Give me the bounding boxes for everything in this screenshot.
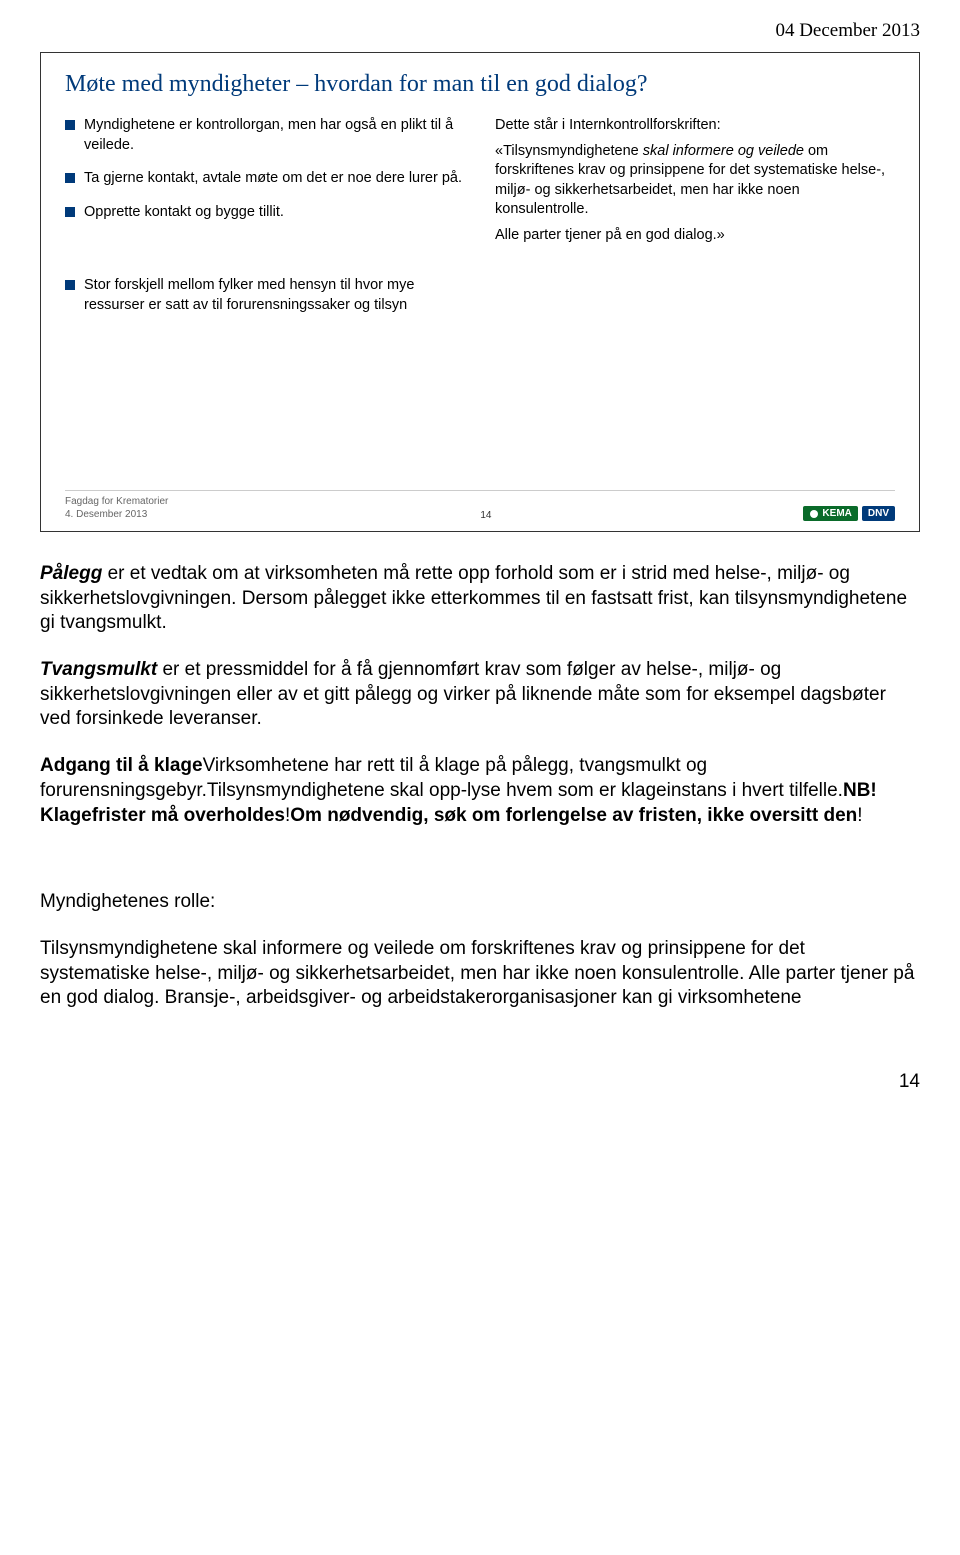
term-tvangsmulkt: Tvangsmulkt xyxy=(40,659,157,680)
term-palegg: Pålegg xyxy=(40,563,102,584)
slide-bullet: Stor forskjell mellom fylker med hensyn … xyxy=(65,276,465,315)
paragraph-palegg: Pålegg er et vedtak om at virksomheten m… xyxy=(40,562,920,636)
bullet-text: Stor forskjell mellom fylker med hensyn … xyxy=(84,276,465,315)
slide-bullet: Myndighetene er kontrollorgan, men har o… xyxy=(65,116,465,155)
kema-label: KEMA xyxy=(822,508,851,519)
slide-right-column: Dette står i Internkontrollforskriften: … xyxy=(495,116,895,329)
right-line2: Alle parter tjener på en god dialog.» xyxy=(495,226,895,246)
slide-bullet: Ta gjerne kontakt, avtale møte om det er… xyxy=(65,169,465,189)
slide-bullet: Opprette kontakt og bygge tillit. xyxy=(65,203,465,223)
footer-line1: Fagdag for Krematorier xyxy=(65,495,168,508)
header-date: 04 December 2013 xyxy=(40,20,920,42)
slide-footer: Fagdag for Krematorier 4. Desember 2013 … xyxy=(65,490,895,521)
slide-footer-left: Fagdag for Krematorier 4. Desember 2013 xyxy=(65,495,168,521)
bullet-text: Myndighetene er kontrollorgan, men har o… xyxy=(84,116,465,155)
kema-logo: KEMA xyxy=(803,506,857,521)
slide-footer-logos: KEMA DNV xyxy=(803,506,895,521)
page-number: 14 xyxy=(40,1071,920,1093)
paragraph-rolle-body: Tilsynsmyndighetene skal informere og ve… xyxy=(40,937,920,1011)
bullet-text: Ta gjerne kontakt, avtale møte om det er… xyxy=(84,169,462,189)
slide-title: Møte med myndigheter – hvordan for man t… xyxy=(65,71,895,98)
right-quote: «Tilsynsmyndighetene skal informere og v… xyxy=(495,142,895,220)
bullet-square-icon xyxy=(65,280,75,290)
paragraph-rolle-head: Myndighetenes rolle: xyxy=(40,890,920,915)
quote-lead: «Tilsynsmyndighetene xyxy=(495,143,643,159)
right-intro: Dette står i Internkontrollforskriften: xyxy=(495,116,895,136)
bullet-square-icon xyxy=(65,120,75,130)
p2-rest: er et pressmiddel for å få gjennomført k… xyxy=(40,659,886,729)
quote-italic: skal informere og veilede xyxy=(643,143,804,159)
p3-t3: ! xyxy=(857,805,862,826)
bold-forlengelse: Om nødvendig, søk om forlengelse av fris… xyxy=(290,805,857,826)
dnv-logo: DNV xyxy=(862,506,895,521)
p1-rest: er et vedtak om at virksomheten må rette… xyxy=(40,563,907,633)
paragraph-tvangsmulkt: Tvangsmulkt er et pressmiddel for å få g… xyxy=(40,658,920,732)
embedded-slide: Møte med myndigheter – hvordan for man t… xyxy=(40,52,920,532)
bullet-square-icon xyxy=(65,173,75,183)
bold-adgang: Adgang til å klage xyxy=(40,755,203,776)
bullet-square-icon xyxy=(65,207,75,217)
bullet-text: Opprette kontakt og bygge tillit. xyxy=(84,203,284,223)
footer-line2: 4. Desember 2013 xyxy=(65,508,168,521)
slide-columns: Myndighetene er kontrollorgan, men har o… xyxy=(65,116,895,329)
slide-left-column: Myndighetene er kontrollorgan, men har o… xyxy=(65,116,465,329)
kema-icon xyxy=(809,509,819,519)
paragraph-klage: Adgang til å klageVirksomhetene har rett… xyxy=(40,754,920,828)
slide-footer-page: 14 xyxy=(168,510,803,521)
